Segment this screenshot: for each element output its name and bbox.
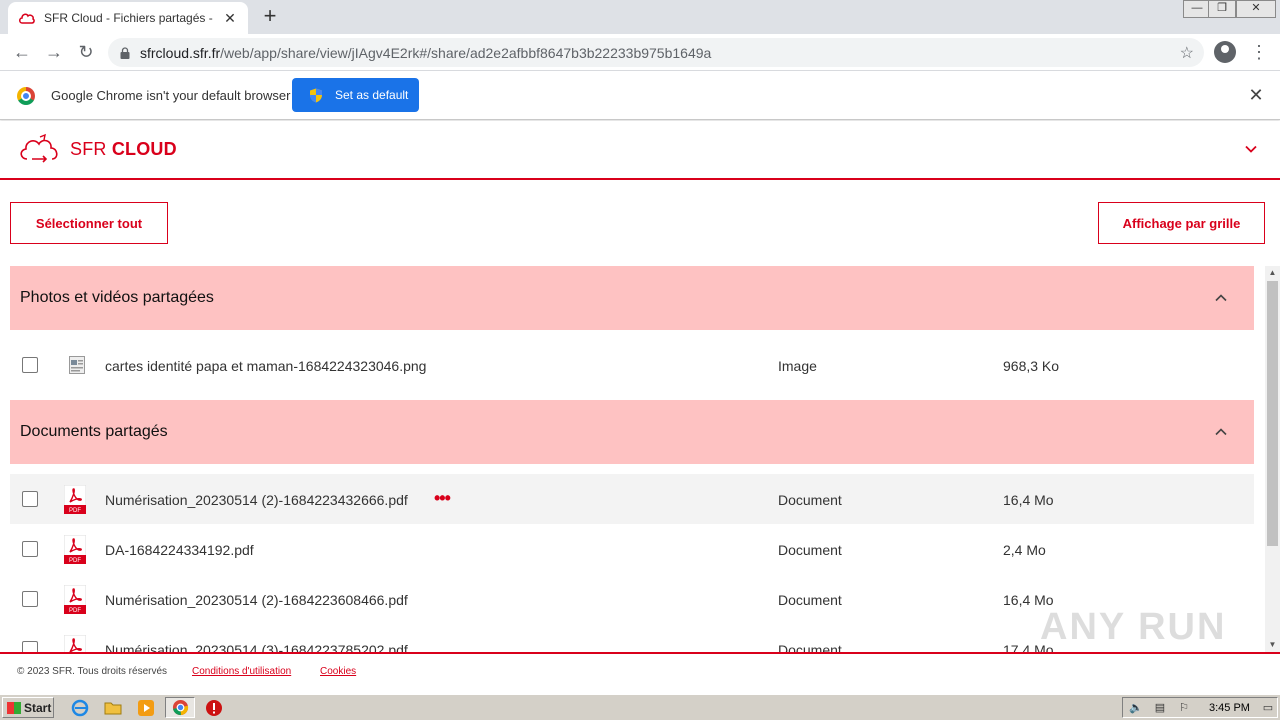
- page-scrollbar[interactable]: ▲ ▼: [1265, 266, 1280, 652]
- chrome-icon: [172, 699, 189, 716]
- lock-icon: [120, 46, 130, 59]
- file-checkbox[interactable]: [22, 357, 38, 373]
- pdf-file-icon: PDF: [64, 585, 86, 614]
- forward-icon[interactable]: →: [42, 41, 66, 65]
- set-as-default-button[interactable]: Set as default: [292, 78, 419, 112]
- file-type: Document: [778, 542, 842, 558]
- terms-link[interactable]: Conditions d'utilisation: [192, 666, 291, 677]
- chrome-menu-icon[interactable]: ⋮: [1250, 40, 1268, 64]
- windows-flag-icon: [7, 701, 21, 714]
- section-header-photos[interactable]: Photos et vidéos partagées: [10, 266, 1254, 330]
- file-name[interactable]: cartes identité papa et maman-1684224323…: [105, 358, 426, 374]
- scroll-thumb[interactable]: [1267, 281, 1278, 546]
- svg-text:PDF: PDF: [69, 508, 81, 514]
- chevron-down-icon[interactable]: [1243, 141, 1259, 157]
- file-row[interactable]: PDF Numérisation_20230514 (2)-1684223432…: [10, 474, 1254, 524]
- shared-files-list: Photos et vidéos partagées cartes identi…: [10, 266, 1254, 652]
- file-type: Document: [778, 592, 842, 608]
- file-checkbox[interactable]: [22, 591, 38, 607]
- file-checkbox[interactable]: [22, 541, 38, 557]
- window-close-button[interactable]: ✕: [1236, 0, 1276, 18]
- chevron-up-icon[interactable]: [1214, 426, 1228, 438]
- file-checkbox[interactable]: [22, 641, 38, 652]
- back-icon[interactable]: ←: [10, 41, 34, 65]
- file-row[interactable]: cartes identité papa et maman-1684224323…: [10, 340, 1254, 390]
- tab-title: SFR Cloud - Fichiers partagés - Liens: [44, 11, 216, 25]
- more-options-icon[interactable]: •••: [434, 488, 451, 509]
- warning-app-icon[interactable]: [205, 699, 223, 717]
- start-label: Start: [24, 700, 52, 715]
- anyrun-watermark: ANY RUN: [1040, 606, 1227, 648]
- logo-sfr: SFR: [70, 139, 107, 159]
- browser-toolbar: ← → ↻ sfrcloud.sfr.fr/web/app/share/view…: [0, 34, 1280, 71]
- file-checkbox[interactable]: [22, 491, 38, 507]
- bookmark-star-icon[interactable]: ☆: [1180, 43, 1194, 63]
- section-title: Documents partagés: [20, 423, 168, 440]
- uac-shield-icon: [310, 88, 322, 102]
- svg-text:PDF: PDF: [69, 608, 81, 614]
- volume-icon[interactable]: 🔈: [1129, 701, 1143, 715]
- minimize-button[interactable]: —: [1183, 0, 1211, 18]
- new-tab-button[interactable]: +: [258, 5, 282, 29]
- browser-tab[interactable]: SFR Cloud - Fichiers partagés - Liens ✕: [8, 2, 248, 34]
- cookies-link[interactable]: Cookies: [320, 666, 356, 677]
- file-name[interactable]: Numérisation_20230514 (2)-1684223608466.…: [105, 592, 408, 608]
- windows-taskbar: Start 🔈 ▤ ⚐ 3:45 PM ▭: [0, 694, 1280, 720]
- grid-view-button[interactable]: Affichage par grille: [1098, 202, 1265, 244]
- pdf-file-icon: PDF: [64, 535, 86, 564]
- pdf-file-icon: PDF: [64, 635, 86, 652]
- show-desktop-icon[interactable]: ▭: [1261, 701, 1275, 715]
- section-header-documents[interactable]: Documents partagés: [10, 400, 1254, 464]
- file-row[interactable]: PDF DA-1684224334192.pdf Document 2,4 Mo: [10, 524, 1254, 574]
- file-type: Document: [778, 642, 842, 652]
- url-path: /web/app/share/view/jIAgv4E2rk#/share/ad…: [220, 44, 712, 61]
- image-file-icon: [69, 356, 85, 374]
- file-size: 16,4 Mo: [1003, 492, 1054, 508]
- section-title: Photos et vidéos partagées: [20, 289, 214, 306]
- tab-close-icon[interactable]: ✕: [222, 10, 238, 27]
- restore-button[interactable]: ❐: [1208, 0, 1236, 18]
- internet-explorer-icon[interactable]: [71, 699, 89, 717]
- chevron-up-icon[interactable]: [1214, 292, 1228, 304]
- scroll-up-icon[interactable]: ▲: [1265, 266, 1280, 280]
- address-bar[interactable]: sfrcloud.sfr.fr/web/app/share/view/jIAgv…: [108, 38, 1204, 67]
- pdf-file-icon: PDF: [64, 485, 86, 514]
- file-type: Document: [778, 492, 842, 508]
- chrome-taskbar-button[interactable]: [165, 697, 195, 718]
- file-size: 2,4 Mo: [1003, 542, 1046, 558]
- sfr-header: SFR CLOUD: [0, 121, 1280, 180]
- url-text: sfrcloud.sfr.fr/web/app/share/view/jIAgv…: [140, 45, 711, 61]
- network-icon[interactable]: ▤: [1153, 701, 1167, 715]
- default-browser-infobar: Google Chrome isn't your default browser…: [0, 71, 1280, 120]
- action-center-flag-icon[interactable]: ⚐: [1177, 701, 1191, 715]
- logo-cloud: CLOUD: [111, 139, 177, 159]
- file-name[interactable]: Numérisation_20230514 (2)-1684223432666.…: [105, 492, 408, 508]
- file-type: Image: [778, 358, 817, 374]
- url-host: sfrcloud.sfr.fr: [140, 44, 221, 61]
- sfr-cloud-logo[interactable]: SFR CLOUD: [70, 139, 177, 160]
- profile-avatar-icon[interactable]: [1214, 41, 1236, 63]
- page-footer: © 2023 SFR. Tous droits réservés Conditi…: [0, 652, 1280, 692]
- infobar-message: Google Chrome isn't your default browser: [51, 88, 291, 103]
- copyright-text: © 2023 SFR. Tous droits réservés: [17, 666, 168, 677]
- folder-icon[interactable]: [104, 699, 122, 717]
- sfr-cloud-logo-icon: [20, 133, 58, 163]
- select-all-button[interactable]: Sélectionner tout: [10, 202, 168, 244]
- start-button[interactable]: Start: [2, 697, 54, 718]
- file-size: 968,3 Ko: [1003, 358, 1060, 374]
- reload-icon[interactable]: ↻: [74, 41, 98, 65]
- taskbar-clock[interactable]: 3:45 PM: [1209, 702, 1250, 714]
- sfr-cloud-favicon-icon: [19, 13, 35, 24]
- infobar-close-icon[interactable]: ✕: [1246, 85, 1266, 106]
- file-name[interactable]: DA-1684224334192.pdf: [105, 542, 254, 558]
- scroll-down-icon[interactable]: ▼: [1265, 638, 1280, 652]
- chrome-logo-icon: [17, 87, 35, 105]
- system-tray: 🔈 ▤ ⚐ 3:45 PM ▭: [1122, 697, 1278, 718]
- file-name[interactable]: Numérisation_20230514 (3)-1684223785202.…: [105, 642, 408, 652]
- svg-text:PDF: PDF: [69, 558, 81, 564]
- media-player-icon[interactable]: [137, 699, 155, 717]
- set-as-default-label: Set as default: [335, 88, 409, 102]
- browser-tab-strip: SFR Cloud - Fichiers partagés - Liens ✕ …: [0, 0, 1280, 34]
